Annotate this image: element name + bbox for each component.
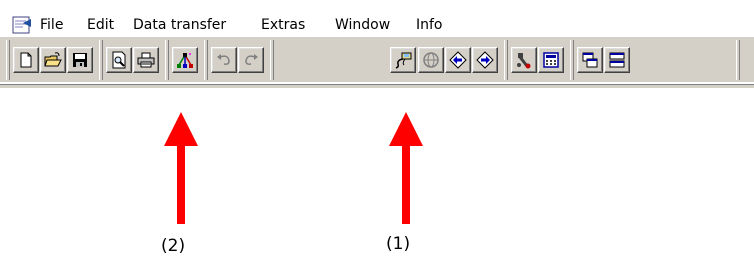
menu-info[interactable]: Info [416,17,443,33]
download-arrow-icon [476,51,494,69]
toolbar-separator [736,40,740,80]
menu-bar: File Edit Data transfer Extras Window In… [0,6,754,34]
undo-icon [217,54,230,65]
annotation-label-2: (2) [161,236,186,256]
tile-windows-icon [609,52,625,68]
tile-windows-button[interactable] [604,47,630,73]
diagnostics-button[interactable] [511,47,537,73]
toolbar-separator [270,40,274,80]
diagnostics-tool-icon [517,53,531,69]
annotation-arrow-1 [389,112,423,224]
save-disk-icon [73,53,87,67]
main-toolbar [0,37,754,82]
annotation-arrow-2 [164,112,198,224]
open-folder-icon [44,52,62,67]
toolbar-grip[interactable] [6,40,10,80]
connect-online-icon [395,52,412,69]
save-button[interactable] [67,47,93,73]
calculator-icon [543,52,559,68]
connect-online-button[interactable] [390,47,416,73]
print-preview-button[interactable] [106,47,132,73]
new-button[interactable] [13,47,39,73]
application-chrome: File Edit Data transfer Extras Window In… [0,0,754,89]
new-document-icon [20,52,32,68]
network-button[interactable] [172,47,198,73]
toolbar-bottom-border [0,84,754,89]
toolbar-separator [99,40,103,80]
redo-icon [245,54,258,65]
menu-window[interactable]: Window [335,17,390,33]
undo-button[interactable] [211,47,237,73]
upload-button[interactable] [445,47,471,73]
printer-icon [137,52,155,68]
toolbar-separator [204,40,208,80]
menu-data-transfer[interactable]: Data transfer [133,17,226,33]
annotation-label-1: (1) [386,234,411,254]
upload-arrow-icon [449,51,467,69]
menu-file[interactable]: File [40,17,63,33]
download-button[interactable] [472,47,498,73]
calculator-button[interactable] [538,47,564,73]
print-button[interactable] [133,47,159,73]
menu-edit[interactable]: Edit [87,17,114,33]
app-logo-icon [12,16,31,34]
menu-extras[interactable]: Extras [261,17,305,33]
toolbar-separator [504,40,508,80]
cascade-windows-button[interactable] [577,47,603,73]
print-preview-icon [112,51,126,69]
go-online-button[interactable] [418,47,444,73]
toolbar-separator [165,40,169,80]
open-button[interactable] [40,47,66,73]
redo-button[interactable] [238,47,264,73]
globe-online-icon [423,52,439,68]
toolbar-separator [570,40,574,80]
network-tree-icon [177,53,193,68]
cascade-windows-icon [582,52,598,68]
